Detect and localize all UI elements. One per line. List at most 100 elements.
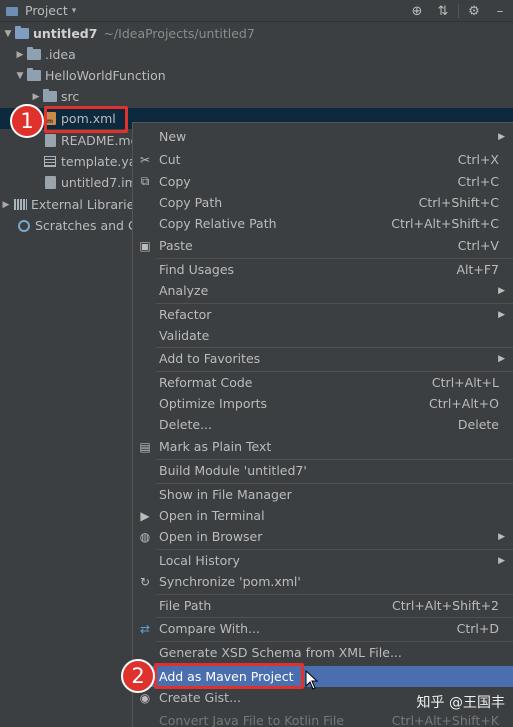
menu-item-reformat-code[interactable]: Reformat Code Ctrl+Alt+L	[133, 372, 513, 393]
terminal-icon: ▶	[140, 508, 150, 523]
menu-item-cut[interactable]: ✂ Cut Ctrl+X	[133, 149, 513, 170]
locate-icon[interactable]: ⊕	[404, 4, 430, 19]
submenu-arrow-icon: ▶	[498, 353, 505, 364]
refresh-icon: ↻	[139, 574, 151, 589]
globe-icon: ◍	[139, 529, 151, 544]
menu-item-copy[interactable]: ⧉ Copy Ctrl+C	[133, 171, 513, 192]
context-menu: New ▶ ✂ Cut Ctrl+X ⧉ Copy Ctrl+C Copy Pa…	[132, 122, 513, 727]
menu-item-label: Find Usages	[159, 262, 235, 277]
compare-icon: ⇄	[139, 621, 151, 636]
source-folder-icon	[42, 89, 58, 104]
menu-item-local-history[interactable]: Local History ▶	[133, 550, 513, 571]
menu-item-analyze[interactable]: Analyze ▶	[133, 280, 513, 301]
scratches-icon	[16, 219, 32, 233]
submenu-arrow-icon: ▶	[498, 131, 505, 142]
menu-item-shortcut: Ctrl+Shift+C	[418, 195, 499, 210]
tree-item-label: src	[61, 89, 80, 104]
project-icon	[6, 5, 20, 17]
menu-item-label: Convert Java File to Kotlin File	[159, 713, 345, 727]
mouse-cursor-icon	[305, 670, 319, 690]
menu-item-shortcut: Ctrl+Alt+Shift+K	[391, 713, 499, 727]
collapse-all-icon[interactable]: ⇅	[430, 4, 456, 19]
yaml-file-icon	[42, 155, 58, 169]
step-badge-2: 2	[121, 659, 155, 693]
menu-item-shortcut: Ctrl+C	[457, 174, 499, 189]
menu-item-synchronize[interactable]: ↻ Synchronize 'pom.xml'	[133, 571, 513, 592]
menu-item-label: Copy Path	[159, 195, 223, 210]
menu-item-show-in-file-manager[interactable]: Show in File Manager	[133, 484, 513, 505]
menu-item-mark-as-plain-text[interactable]: ▤ Mark as Plain Text	[133, 436, 513, 457]
menu-item-label: Show in File Manager	[159, 487, 292, 502]
menu-item-compare-with[interactable]: ⇄ Compare With... Ctrl+D	[133, 618, 513, 639]
chevron-right-icon[interactable]: ▶	[14, 50, 26, 60]
menu-item-paste[interactable]: ▣ Paste Ctrl+V	[133, 235, 513, 256]
menu-item-label: Generate XSD Schema from XML File...	[159, 645, 402, 660]
submenu-arrow-icon: ▶	[498, 555, 505, 566]
tool-window-title[interactable]: Project	[25, 3, 68, 18]
menu-item-shortcut: Ctrl+V	[457, 238, 499, 253]
tree-item-label: .idea	[45, 47, 76, 62]
tree-row-helloworldfunction[interactable]: ▼ HelloWorldFunction	[0, 65, 513, 86]
menu-item-shortcut: Alt+F7	[456, 262, 499, 277]
menu-item-label: Local History	[159, 553, 240, 568]
menu-item-convert-to-kotlin[interactable]: Convert Java File to Kotlin File Ctrl+Al…	[133, 710, 513, 727]
menu-item-generate-xsd[interactable]: Generate XSD Schema from XML File...	[133, 642, 513, 663]
step-badge-1: 1	[10, 104, 44, 138]
menu-item-optimize-imports[interactable]: Optimize Imports Ctrl+Alt+O	[133, 393, 513, 414]
menu-item-label: Optimize Imports	[159, 396, 268, 411]
project-tool-window-header: Project ▾ ⊕ ⇅ ⚙ –	[0, 0, 513, 22]
tree-item-path: ~/IdeaProjects/untitled7	[103, 26, 255, 41]
menu-item-build-module[interactable]: Build Module 'untitled7'	[133, 460, 513, 481]
menu-item-new[interactable]: New ▶	[133, 126, 513, 147]
hide-icon[interactable]: –	[487, 4, 513, 19]
folder-icon	[26, 68, 42, 83]
chevron-down-icon[interactable]: ▼	[2, 29, 14, 39]
tree-item-label: External Libraries	[31, 197, 141, 212]
menu-item-find-usages[interactable]: Find Usages Alt+F7	[133, 259, 513, 280]
menu-item-add-to-favorites[interactable]: Add to Favorites ▶	[133, 348, 513, 369]
menu-item-label: Refactor	[159, 307, 212, 322]
chevron-down-icon[interactable]: ▾	[72, 6, 77, 16]
chevron-right-icon[interactable]: ▶	[0, 200, 12, 210]
menu-item-file-path[interactable]: File Path Ctrl+Alt+Shift+2	[133, 595, 513, 616]
header-toolbar: ⊕ ⇅ ⚙ –	[404, 0, 513, 22]
menu-item-label: File Path	[159, 598, 212, 613]
menu-item-copy-path[interactable]: Copy Path Ctrl+Shift+C	[133, 192, 513, 213]
libraries-icon	[12, 198, 28, 212]
menu-item-shortcut: Ctrl+Alt+L	[431, 375, 499, 390]
menu-item-label: Paste	[159, 238, 193, 253]
menu-item-open-in-terminal[interactable]: ▶ Open in Terminal	[133, 505, 513, 526]
tree-row-untitled7[interactable]: ▼ untitled7 ~/IdeaProjects/untitled7	[0, 23, 513, 44]
chevron-right-icon[interactable]: ▶	[30, 92, 42, 102]
menu-item-open-in-browser[interactable]: ◍ Open in Browser ▶	[133, 526, 513, 547]
folder-icon	[26, 47, 42, 62]
menu-item-validate[interactable]: Validate	[133, 325, 513, 346]
chevron-down-icon[interactable]: ▼	[14, 71, 26, 81]
watermark: 知乎 @王国丰	[416, 695, 505, 711]
gear-icon[interactable]: ⚙	[461, 4, 487, 19]
menu-item-shortcut: Ctrl+Alt+O	[429, 396, 499, 411]
copy-icon: ⧉	[140, 174, 150, 188]
tree-item-label: HelloWorldFunction	[45, 68, 166, 83]
menu-item-label: Add to Favorites	[159, 351, 261, 366]
tree-item-label: README.md	[61, 133, 139, 148]
menu-item-copy-relative-path[interactable]: Copy Relative Path Ctrl+Alt+Shift+C	[133, 213, 513, 234]
menu-item-label: Reformat Code	[159, 375, 253, 390]
menu-item-shortcut: Delete	[457, 417, 499, 432]
menu-item-label: Build Module 'untitled7'	[159, 463, 307, 478]
submenu-arrow-icon: ▶	[498, 285, 505, 296]
menu-item-delete[interactable]: Delete... Delete	[133, 414, 513, 435]
highlight-pom-xml	[44, 106, 128, 133]
menu-item-label: Copy	[159, 174, 191, 189]
tree-row-src[interactable]: ▶ src	[0, 86, 513, 107]
menu-item-label: Copy Relative Path	[159, 216, 277, 231]
menu-item-label: Validate	[159, 328, 210, 343]
menu-item-shortcut: Ctrl+Alt+Shift+C	[391, 216, 499, 231]
scissors-icon: ✂	[139, 152, 151, 167]
menu-item-refactor[interactable]: Refactor ▶	[133, 304, 513, 325]
tree-item-label: untitled7	[33, 26, 98, 41]
tree-item-label: untitled7.iml	[61, 175, 141, 190]
menu-item-label: Delete...	[159, 417, 212, 432]
menu-item-label: Compare With...	[159, 621, 260, 636]
tree-row-idea[interactable]: ▶ .idea	[0, 44, 513, 65]
